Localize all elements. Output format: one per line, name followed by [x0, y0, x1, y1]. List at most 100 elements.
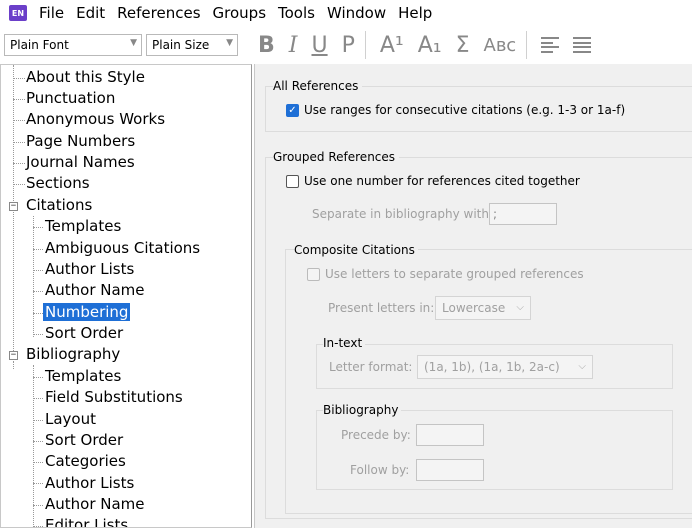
- tree-item-layout[interactable]: Layout: [45, 409, 96, 430]
- tree-item-citations-author-lists[interactable]: Author Lists: [45, 259, 134, 280]
- letter-format-select[interactable]: (1a, 1b), (1a, 1b, 2a-c) ⌵: [417, 355, 593, 379]
- tree-item-punctuation[interactable]: Punctuation: [26, 88, 115, 109]
- size-select[interactable]: Plain Size ▼: [146, 34, 238, 56]
- menu-references[interactable]: References: [111, 4, 206, 22]
- tree-line: [33, 313, 43, 314]
- style-tree: − − About this Style Punctuation Anonymo…: [0, 64, 252, 528]
- menu-window[interactable]: Window: [321, 4, 392, 22]
- tree-item-bibliography-author-name[interactable]: Author Name: [45, 494, 145, 515]
- tree-item-citations[interactable]: Citations: [26, 195, 92, 216]
- one-number-option[interactable]: Use one number for references cited toge…: [286, 174, 580, 188]
- use-ranges-option[interactable]: ✓ Use ranges for consecutive citations (…: [286, 103, 625, 117]
- plain-button[interactable]: P: [342, 30, 355, 60]
- menu-help[interactable]: Help: [392, 4, 438, 22]
- use-letters-checkbox[interactable]: [307, 267, 320, 281]
- tree-item-citations-author-name[interactable]: Author Name: [45, 280, 145, 301]
- present-letters-select[interactable]: Lowercase ⌵: [435, 296, 531, 320]
- font-select[interactable]: Plain Font ▼: [4, 34, 142, 56]
- tree-item-anonymous-works[interactable]: Anonymous Works: [26, 109, 165, 130]
- tree-line: [13, 78, 25, 79]
- use-ranges-checkbox[interactable]: ✓: [286, 103, 299, 117]
- tree-item-bibliography[interactable]: Bibliography: [26, 344, 120, 365]
- bibliography-title: Bibliography: [323, 403, 402, 417]
- italic-button[interactable]: I: [289, 30, 298, 60]
- tree-line: [33, 483, 43, 484]
- separate-label: Separate in bibliography with:: [312, 207, 494, 221]
- collapse-icon[interactable]: −: [9, 351, 18, 360]
- tree-item-editor-lists[interactable]: Editor Lists: [45, 515, 128, 527]
- toolbar-separator: [526, 31, 528, 59]
- in-text-title: In-text: [323, 336, 366, 350]
- letter-format-label: Letter format:: [329, 360, 413, 374]
- tree-item-citations-templates[interactable]: Templates: [45, 216, 121, 237]
- tree-line: [13, 361, 14, 369]
- tree-item-bibliography-templates[interactable]: Templates: [45, 366, 121, 387]
- tree-line: [33, 249, 43, 250]
- letter-format-value: (1a, 1b), (1a, 1b, 2a-c): [424, 360, 560, 374]
- app-logo-icon: EN: [9, 5, 27, 21]
- tree-item-journal-names[interactable]: Journal Names: [26, 152, 135, 173]
- chevron-down-icon: ⌵: [516, 302, 524, 313]
- toolbar-separator: [364, 31, 366, 59]
- small-caps-button[interactable]: Aʙᴄ: [484, 30, 517, 60]
- follow-by-input[interactable]: [416, 459, 484, 481]
- tree-item-citations-sort-order[interactable]: Sort Order: [45, 323, 123, 344]
- collapse-icon[interactable]: −: [9, 202, 18, 211]
- tree-line: [33, 270, 43, 271]
- tree-line: [13, 120, 25, 121]
- precede-by-input[interactable]: [416, 424, 484, 446]
- menu-file[interactable]: File: [33, 4, 70, 22]
- separate-input[interactable]: ;: [489, 203, 557, 225]
- tree-line: [33, 441, 43, 442]
- align-justify-icon[interactable]: [573, 37, 592, 53]
- menu-tools[interactable]: Tools: [272, 4, 321, 22]
- bold-button[interactable]: B: [258, 30, 275, 60]
- tree-line: [33, 365, 34, 527]
- use-letters-label: Use letters to separate grouped referenc…: [325, 267, 584, 281]
- tree-line: [33, 505, 43, 506]
- tree-line: [33, 462, 43, 463]
- tree-line: [13, 163, 25, 164]
- follow-by-label: Follow by:: [350, 463, 410, 477]
- use-letters-option[interactable]: Use letters to separate grouped referenc…: [307, 267, 584, 281]
- numbering-settings-panel: All References ✓ Use ranges for consecut…: [254, 64, 692, 528]
- use-ranges-label: Use ranges for consecutive citations (e.…: [304, 103, 626, 117]
- format-toolbar: Plain Font ▼ Plain Size ▼ B I U P A¹ A₁ …: [0, 26, 692, 64]
- tree-item-page-numbers[interactable]: Page Numbers: [26, 131, 135, 152]
- tree-item-bibliography-author-lists[interactable]: Author Lists: [45, 473, 134, 494]
- chevron-down-icon: ▼: [226, 38, 233, 48]
- tree-item-bibliography-sort-order[interactable]: Sort Order: [45, 430, 123, 451]
- chevron-down-icon: ⌵: [578, 361, 586, 372]
- subscript-button[interactable]: A₁: [418, 30, 442, 60]
- tree-line: [33, 291, 43, 292]
- menu-groups[interactable]: Groups: [207, 4, 272, 22]
- tree-item-sections[interactable]: Sections: [26, 173, 90, 194]
- all-references-title: All References: [273, 79, 363, 93]
- tree-line: [33, 420, 43, 421]
- one-number-checkbox[interactable]: [286, 174, 299, 188]
- menu-bar: EN File Edit References Groups Tools Win…: [0, 0, 692, 26]
- bibliography-group: [316, 410, 673, 490]
- underline-button[interactable]: U: [311, 30, 327, 60]
- chevron-down-icon: ▼: [130, 38, 137, 48]
- tree-item-ambiguous-citations[interactable]: Ambiguous Citations: [45, 238, 200, 259]
- size-select-value: Plain Size: [152, 38, 210, 52]
- tree-item-about-this-style[interactable]: About this Style: [26, 67, 145, 88]
- align-left-icon[interactable]: [541, 37, 560, 53]
- tree-line: [33, 334, 43, 335]
- composite-citations-title: Composite Citations: [294, 243, 418, 257]
- tree-line: [13, 184, 25, 185]
- superscript-button[interactable]: A¹: [380, 30, 404, 60]
- symbol-button[interactable]: Σ: [456, 30, 470, 60]
- menu-edit[interactable]: Edit: [70, 4, 111, 22]
- one-number-label: Use one number for references cited toge…: [304, 174, 580, 188]
- tree-line: [13, 99, 25, 100]
- precede-by-label: Precede by:: [341, 428, 411, 442]
- tree-item-categories[interactable]: Categories: [45, 451, 126, 472]
- tree-line: [33, 216, 34, 337]
- font-select-value: Plain Font: [10, 38, 69, 52]
- tree-item-numbering[interactable]: Numbering: [43, 302, 131, 323]
- tree-item-field-substitutions[interactable]: Field Substitutions: [45, 387, 183, 408]
- tree-line: [13, 142, 25, 143]
- tree-line: [33, 377, 43, 378]
